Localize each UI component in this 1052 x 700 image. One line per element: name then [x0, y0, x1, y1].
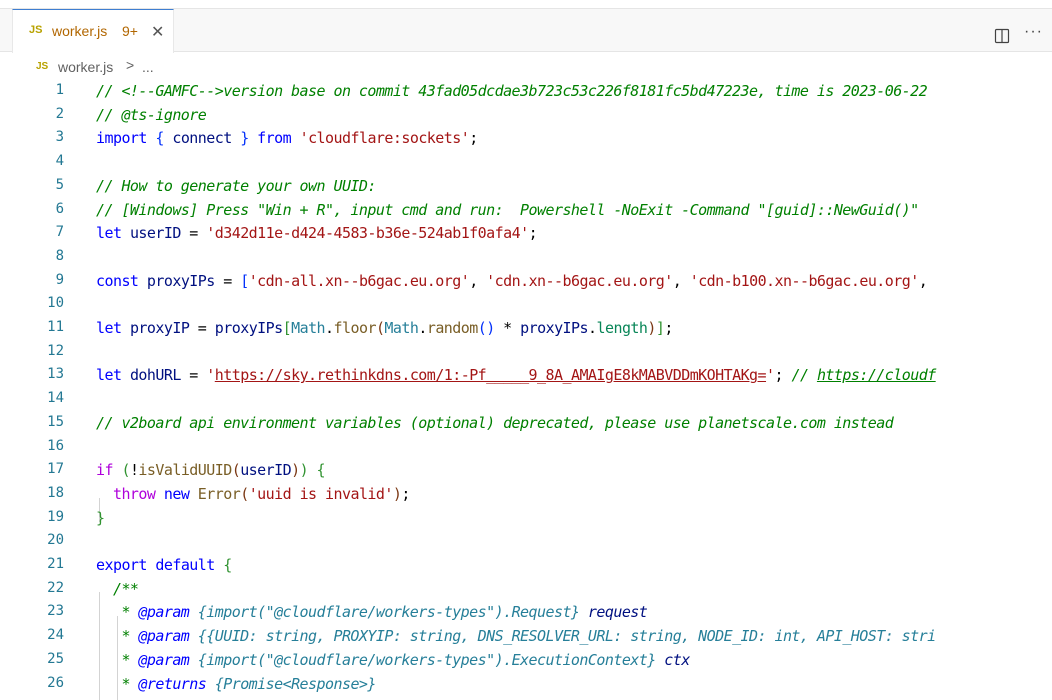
- code-line: 12: [0, 341, 1052, 365]
- code-line: 16: [0, 436, 1052, 460]
- code-line: 2 // @ts-ignore: [0, 104, 1052, 128]
- tab-worker-js[interactable]: JS worker.js 9+ ✕: [12, 9, 174, 53]
- code-line: 6 // [Windows] Press "Win + R", input cm…: [0, 199, 1052, 223]
- editor-tab-bar: JS worker.js 9+ ✕ ···: [0, 9, 1052, 53]
- code-line: 18 throw new Error('uuid is invalid');: [0, 483, 1052, 507]
- line-number: 18: [47, 484, 64, 501]
- code-line: 11 let proxyIP = proxyIPs[Math.floor(Mat…: [0, 317, 1052, 341]
- problems-badge: 9+: [122, 23, 138, 39]
- code-line: 14: [0, 388, 1052, 412]
- line-number: 3: [55, 129, 64, 146]
- line-number: 5: [55, 176, 64, 193]
- line-number: 13: [47, 366, 64, 383]
- code-line: 23 * @param {import("@cloudflare/workers…: [0, 601, 1052, 625]
- code-text: * @param {import("@cloudflare/workers-ty…: [96, 650, 690, 669]
- code-text: * @returns {Promise<Response>}: [96, 674, 376, 693]
- code-line: 21 export default {: [0, 554, 1052, 578]
- breadcrumb: JS worker.js > ...: [0, 53, 1052, 80]
- more-actions-icon[interactable]: ···: [1024, 23, 1043, 41]
- window-top-strip: [0, 0, 1052, 9]
- code-text: // [Windows] Press "Win + R", input cmd …: [96, 200, 919, 219]
- javascript-file-icon: JS: [36, 61, 49, 72]
- line-number: 10: [47, 295, 64, 312]
- line-number: 24: [47, 627, 64, 644]
- line-number: 9: [55, 271, 64, 288]
- line-number: 11: [47, 319, 64, 335]
- code-line: 13 let dohURL = 'https://sky.rethinkdns.…: [0, 364, 1052, 388]
- split-editor-icon[interactable]: [994, 28, 1010, 44]
- line-number: 14: [47, 390, 64, 407]
- line-number: 16: [47, 437, 64, 454]
- line-number: 21: [47, 556, 64, 572]
- line-number: 26: [47, 674, 64, 691]
- line-number: 20: [47, 532, 64, 549]
- code-line: 26 * @returns {Promise<Response>}: [0, 673, 1052, 697]
- code-line: 22 /**: [0, 578, 1052, 602]
- code-line: 19 }: [0, 507, 1052, 531]
- breadcrumb-file[interactable]: worker.js: [58, 59, 113, 75]
- code-text: }: [96, 508, 105, 527]
- line-number: 8: [55, 247, 64, 264]
- code-line: 4: [0, 151, 1052, 175]
- code-line: 10: [0, 293, 1052, 317]
- code-line: 3 import { connect } from 'cloudflare:so…: [0, 127, 1052, 151]
- code-line: 9 const proxyIPs = ['cdn-all.xn--b6gac.e…: [0, 270, 1052, 294]
- code-text: * @param {{UUID: string, PROXYIP: string…: [96, 627, 936, 646]
- code-text: // <!--GAMFC-->version base on commit 43…: [96, 82, 928, 100]
- code-text: let userID = 'd342d11e-d424-4583-b36e-52…: [96, 224, 538, 243]
- code-line: 20: [0, 530, 1052, 554]
- line-number: 17: [47, 461, 64, 478]
- code-text: export default {: [96, 556, 232, 574]
- code-line: 7 let userID = 'd342d11e-d424-4583-b36e-…: [0, 222, 1052, 246]
- line-number: 23: [47, 603, 64, 620]
- javascript-file-icon: JS: [29, 24, 43, 36]
- code-line: 17 if (!isValidUUID(userID)) {: [0, 459, 1052, 483]
- line-number: 6: [55, 200, 64, 217]
- code-text: if (!isValidUUID(userID)) {: [96, 461, 326, 480]
- code-text: const proxyIPs = ['cdn-all.xn--b6gac.eu.…: [96, 271, 928, 290]
- line-number: 12: [47, 342, 64, 359]
- code-text: let dohURL = 'https://sky.rethinkdns.com…: [96, 366, 936, 385]
- code-editor[interactable]: 1 // <!--GAMFC-->version base on commit …: [0, 80, 1052, 700]
- code-line: 1 // <!--GAMFC-->version base on commit …: [0, 80, 1052, 104]
- close-icon[interactable]: ✕: [151, 22, 164, 42]
- line-number: 22: [47, 579, 64, 596]
- code-text: /**: [96, 579, 139, 598]
- tab-label: worker.js: [52, 23, 108, 39]
- code-line: 15 // v2board api environment variables …: [0, 412, 1052, 436]
- line-number: 15: [47, 413, 64, 430]
- code-text: // How to generate your own UUID:: [96, 176, 376, 195]
- breadcrumb-symbols[interactable]: ...: [142, 59, 154, 75]
- line-number: 2: [55, 105, 64, 122]
- code-line: 24 * @param {{UUID: string, PROXYIP: str…: [0, 625, 1052, 649]
- line-number: 1: [55, 82, 64, 98]
- code-text: throw new Error('uuid is invalid');: [112, 484, 410, 503]
- code-text: import { connect } from 'cloudflare:sock…: [96, 129, 478, 148]
- code-text: // @ts-ignore: [96, 105, 207, 124]
- line-number: 25: [47, 650, 64, 667]
- code-text: let proxyIP = proxyIPs[Math.floor(Math.r…: [96, 319, 673, 337]
- line-number: 19: [47, 508, 64, 525]
- code-text: * @param {import("@cloudflare/workers-ty…: [96, 603, 648, 622]
- code-text: // v2board api environment variables (op…: [96, 413, 894, 432]
- code-line: 8: [0, 246, 1052, 270]
- code-line: 25 * @param {import("@cloudflare/workers…: [0, 649, 1052, 673]
- code-line: 5 // How to generate your own UUID:: [0, 175, 1052, 199]
- breadcrumb-separator: >: [126, 57, 135, 73]
- line-number: 7: [55, 224, 64, 241]
- line-number: 4: [55, 153, 64, 170]
